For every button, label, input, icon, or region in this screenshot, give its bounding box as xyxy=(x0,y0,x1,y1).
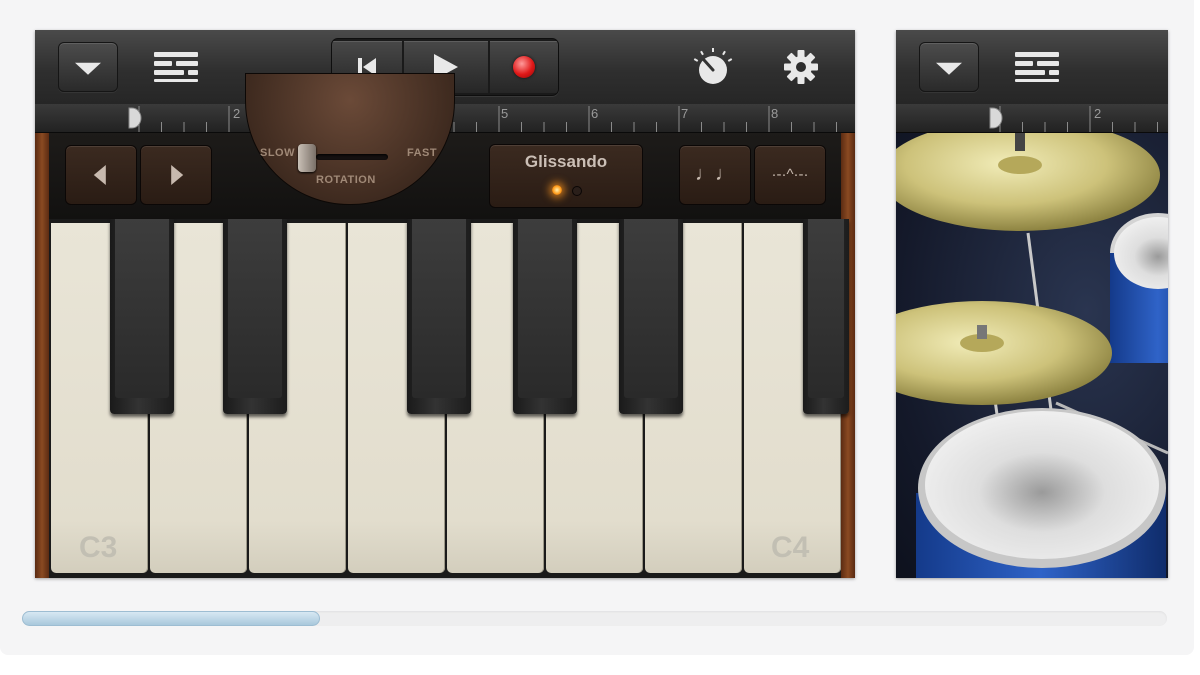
arrow-left-icon xyxy=(93,165,106,185)
instrument-menu-button[interactable] xyxy=(919,42,979,92)
tracks-view-icon[interactable] xyxy=(1015,52,1059,82)
note-label-c4: C4 xyxy=(771,531,810,564)
ruler-ticks xyxy=(999,106,1158,132)
piano-keyboard: C3 C4 xyxy=(49,219,849,578)
black-key[interactable] xyxy=(513,219,577,414)
rotation-slow-label: SLOW xyxy=(260,147,295,159)
octave-up-button[interactable] xyxy=(140,145,212,205)
black-key[interactable] xyxy=(619,219,683,414)
screenshot-gallery: 2 3 4 5 6 7 8 SLOW FAST ROTATION xyxy=(0,0,1194,655)
rotation-label: ROTATION xyxy=(316,174,376,186)
toolbar xyxy=(896,30,1168,105)
instrument-menu-button[interactable] xyxy=(58,42,118,92)
notes-mode-button[interactable]: ♩♩ xyxy=(679,145,751,205)
tracks-view-icon[interactable] xyxy=(154,52,198,82)
arpeggiator-icon: ·-·^·-· xyxy=(771,166,809,183)
rotation-slider-knob[interactable] xyxy=(298,144,316,172)
control-strip: SLOW FAST ROTATION Glissando ♩♩ ·-·^·-· xyxy=(35,73,855,219)
glissando-button[interactable]: Glissando xyxy=(489,144,643,208)
wood-panel-left xyxy=(35,133,49,578)
record-button[interactable] xyxy=(490,41,558,93)
octave-down-button[interactable] xyxy=(65,145,137,205)
playhead[interactable] xyxy=(989,107,1003,129)
glissando-led-off xyxy=(572,186,582,196)
glissando-led-on xyxy=(552,185,562,195)
ruler-bar-label: 6 xyxy=(591,106,599,121)
notes-icon: ♩♩ xyxy=(695,163,735,185)
ruler-bar-label: 7 xyxy=(681,106,689,121)
rotation-fast-label: FAST xyxy=(407,147,438,159)
drums-screenshot[interactable]: 2 xyxy=(896,30,1168,578)
record-icon xyxy=(513,56,535,78)
keyboard-screenshot[interactable]: 2 3 4 5 6 7 8 SLOW FAST ROTATION xyxy=(35,30,855,578)
ruler-bar-label: 2 xyxy=(1094,106,1102,121)
gallery-scrollbar[interactable] xyxy=(22,611,1167,626)
note-label-c3: C3 xyxy=(79,531,118,564)
ruler-bar-label: 8 xyxy=(771,106,779,121)
arrow-right-icon xyxy=(171,165,184,185)
drum-kit-scene xyxy=(896,119,1168,578)
black-key[interactable] xyxy=(803,219,849,414)
ruler-bar-label: 5 xyxy=(501,106,509,121)
caret-down-icon xyxy=(75,62,101,75)
caret-down-icon xyxy=(936,62,962,75)
rotation-slider-track xyxy=(316,154,388,160)
black-key[interactable] xyxy=(407,219,471,414)
glissando-label: Glissando xyxy=(524,152,608,171)
drum-kit-illustration xyxy=(896,119,1168,578)
playhead[interactable] xyxy=(128,107,142,129)
rotation-speed-control[interactable]: SLOW FAST ROTATION xyxy=(245,73,455,205)
ruler-bar-label: 2 xyxy=(233,106,241,121)
black-key[interactable] xyxy=(110,219,174,414)
arpeggiator-button[interactable]: ·-·^·-· xyxy=(754,145,826,205)
black-key[interactable] xyxy=(223,219,287,414)
timeline-ruler[interactable]: 2 xyxy=(896,104,1168,133)
gear-icon[interactable] xyxy=(783,49,819,85)
metronome-icon[interactable] xyxy=(693,48,733,86)
scrollbar-thumb[interactable] xyxy=(22,611,320,626)
